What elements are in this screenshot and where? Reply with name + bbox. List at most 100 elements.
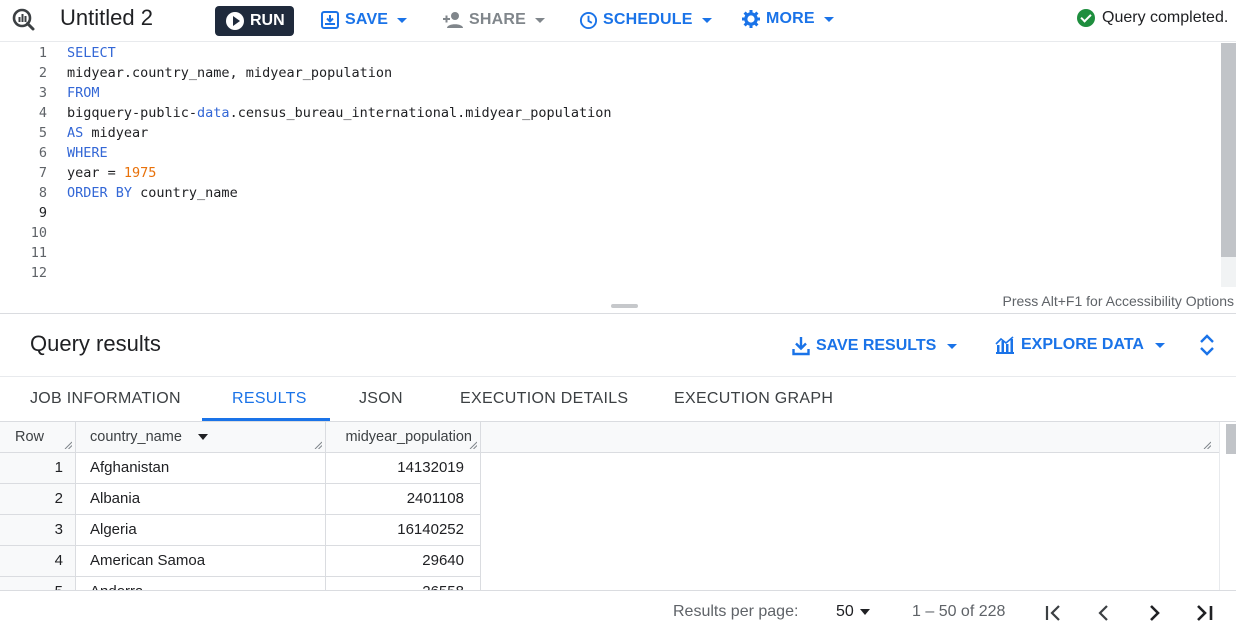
sql-keyword: SELECT [67, 45, 116, 61]
table-row[interactable]: 3 Algeria 16140252 [0, 515, 481, 546]
column-resize-icon[interactable] [469, 441, 477, 449]
row-number-cell: 4 [0, 546, 76, 577]
chevron-left-icon[interactable] [1092, 601, 1116, 625]
column-resize-icon[interactable] [314, 441, 322, 449]
sql-keyword: WHERE [67, 145, 108, 161]
sql-editor[interactable]: 1 2 3 4 5 6 7 8 9 10 11 12 SELECT midyear.country_na… [0, 43, 1236, 289]
chevron-down-icon [1154, 342, 1165, 348]
code-line[interactable]: midyear.country_name, midyear_population [67, 63, 612, 83]
line-number: 8 [38, 185, 47, 201]
results-tabs: JOB INFORMATION RESULTS JSON EXECUTION D… [0, 376, 1236, 422]
country-name-cell[interactable]: Andorra [76, 577, 326, 590]
sql-token: midyear [83, 125, 149, 141]
results-per-page-label: Results per page: [673, 603, 799, 620]
chevron-down-icon [397, 17, 408, 23]
tab-job-information[interactable]: JOB INFORMATION [30, 377, 181, 421]
share-button[interactable]: SHARE [442, 8, 546, 32]
save-label: SAVE [345, 11, 389, 28]
table-scrollbar-thumb[interactable] [1226, 424, 1236, 454]
editor-toolbar: Untitled 2 RUN SAVE SHARE SCHEDULE MORE … [0, 0, 1236, 42]
pane-resize-handle[interactable] [611, 304, 638, 308]
line-number: 10 [30, 225, 47, 241]
sql-token: bigquery-public- [67, 105, 198, 121]
last-page-icon[interactable] [1192, 601, 1216, 625]
save-button[interactable]: SAVE [320, 8, 408, 32]
code-line[interactable] [67, 203, 612, 223]
query-editor-icon [12, 8, 35, 31]
code-line[interactable] [67, 223, 612, 243]
sql-token: .census_bureau_international.midyear_pop… [229, 105, 612, 121]
code-line[interactable]: ORDER BY country_name [67, 183, 612, 203]
save-results-button[interactable]: SAVE RESULTS [792, 336, 958, 356]
table-row[interactable]: 5Andorra26558 [0, 577, 481, 590]
chevron-right-icon[interactable] [1142, 601, 1166, 625]
explore-data-label: EXPLORE DATA [1021, 336, 1144, 353]
line-number: 5 [38, 125, 47, 141]
pagination-bar: Results per page: 50 1 – 50 of 228 [0, 590, 1236, 636]
table-row[interactable]: 1 Afghanistan 14132019 [0, 453, 481, 484]
sql-keyword: data [197, 105, 230, 121]
tab-results[interactable]: RESULTS [232, 377, 307, 421]
first-page-icon[interactable] [1042, 601, 1066, 625]
row-number-cell: 1 [0, 453, 76, 484]
column-resize-icon[interactable] [64, 441, 72, 449]
population-cell[interactable]: 16140252 [326, 515, 481, 546]
code-line[interactable]: AS midyear [67, 123, 612, 143]
population-cell[interactable]: 2401108 [326, 484, 481, 515]
code-line[interactable]: WHERE [67, 143, 612, 163]
column-header-midyear-population[interactable]: midyear_population [326, 422, 481, 453]
pane-divider [0, 313, 1236, 314]
schedule-button[interactable]: SCHEDULE [579, 8, 712, 32]
tab-json[interactable]: JSON [359, 377, 403, 421]
sql-token: midyear.country_name, midyear_population [67, 65, 393, 81]
results-per-page-select[interactable]: 50 [836, 603, 870, 621]
query-tab-title[interactable]: Untitled 2 [60, 5, 153, 31]
line-number: 1 [38, 45, 47, 61]
code-line[interactable] [67, 243, 612, 263]
code-line[interactable]: year = 1975 [67, 163, 612, 183]
code-line[interactable] [67, 263, 612, 283]
table-row[interactable]: 2 Albania 2401108 [0, 484, 481, 515]
sort-descending-icon[interactable] [197, 434, 208, 441]
more-button[interactable]: MORE [741, 7, 834, 31]
check-circle-icon [1077, 9, 1095, 27]
gear-icon [742, 10, 760, 28]
unfold-icon[interactable] [1196, 333, 1218, 357]
tab-execution-graph[interactable]: EXECUTION GRAPH [674, 377, 833, 421]
code-line[interactable]: SELECT [67, 43, 612, 63]
sql-token: year = [67, 165, 124, 181]
status-text: Query completed. [1102, 9, 1229, 26]
country-name-cell[interactable]: Albania [76, 484, 326, 515]
line-number: 12 [30, 265, 47, 281]
chevron-down-icon [859, 609, 870, 615]
table-row[interactable]: 4 American Samoa 29640 [0, 546, 481, 577]
country-name-cell[interactable]: Algeria [76, 515, 326, 546]
line-number-gutter: 1 2 3 4 5 6 7 8 9 10 11 12 [0, 43, 58, 283]
explore-data-button[interactable]: EXPLORE DATA [995, 336, 1165, 354]
column-resize-icon[interactable] [1203, 441, 1211, 449]
query-status: Query completed. [1077, 9, 1228, 27]
save-results-label: SAVE RESULTS [816, 337, 937, 354]
code-line[interactable]: bigquery-public-data.census_bureau_inter… [67, 103, 612, 123]
country-name-cell[interactable]: Afghanistan [76, 453, 326, 484]
sql-code[interactable]: SELECT midyear.country_name, midyear_popu… [67, 43, 612, 283]
population-cell[interactable]: 14132019 [326, 453, 481, 484]
share-label: SHARE [469, 11, 527, 28]
code-line[interactable]: FROM [67, 83, 612, 103]
chevron-down-icon [823, 16, 834, 22]
tab-execution-details[interactable]: EXECUTION DETAILS [460, 377, 628, 421]
sql-keyword: AS [67, 125, 84, 141]
line-number: 11 [30, 245, 47, 261]
run-button[interactable]: RUN [215, 6, 294, 36]
person-add-icon [443, 12, 463, 28]
column-header-country-name[interactable]: country_name [76, 422, 326, 453]
population-cell[interactable]: 29640 [326, 546, 481, 577]
country-name-cell[interactable]: American Samoa [76, 546, 326, 577]
save-icon [321, 11, 339, 29]
column-header-spacer [481, 422, 1219, 453]
accessibility-note: Press Alt+F1 for Accessibility Options [1002, 293, 1234, 309]
editor-scrollbar-thumb[interactable] [1221, 43, 1236, 257]
schedule-label: SCHEDULE [603, 11, 693, 28]
column-header-row[interactable]: Row [0, 422, 76, 453]
population-cell[interactable]: 26558 [326, 577, 481, 590]
